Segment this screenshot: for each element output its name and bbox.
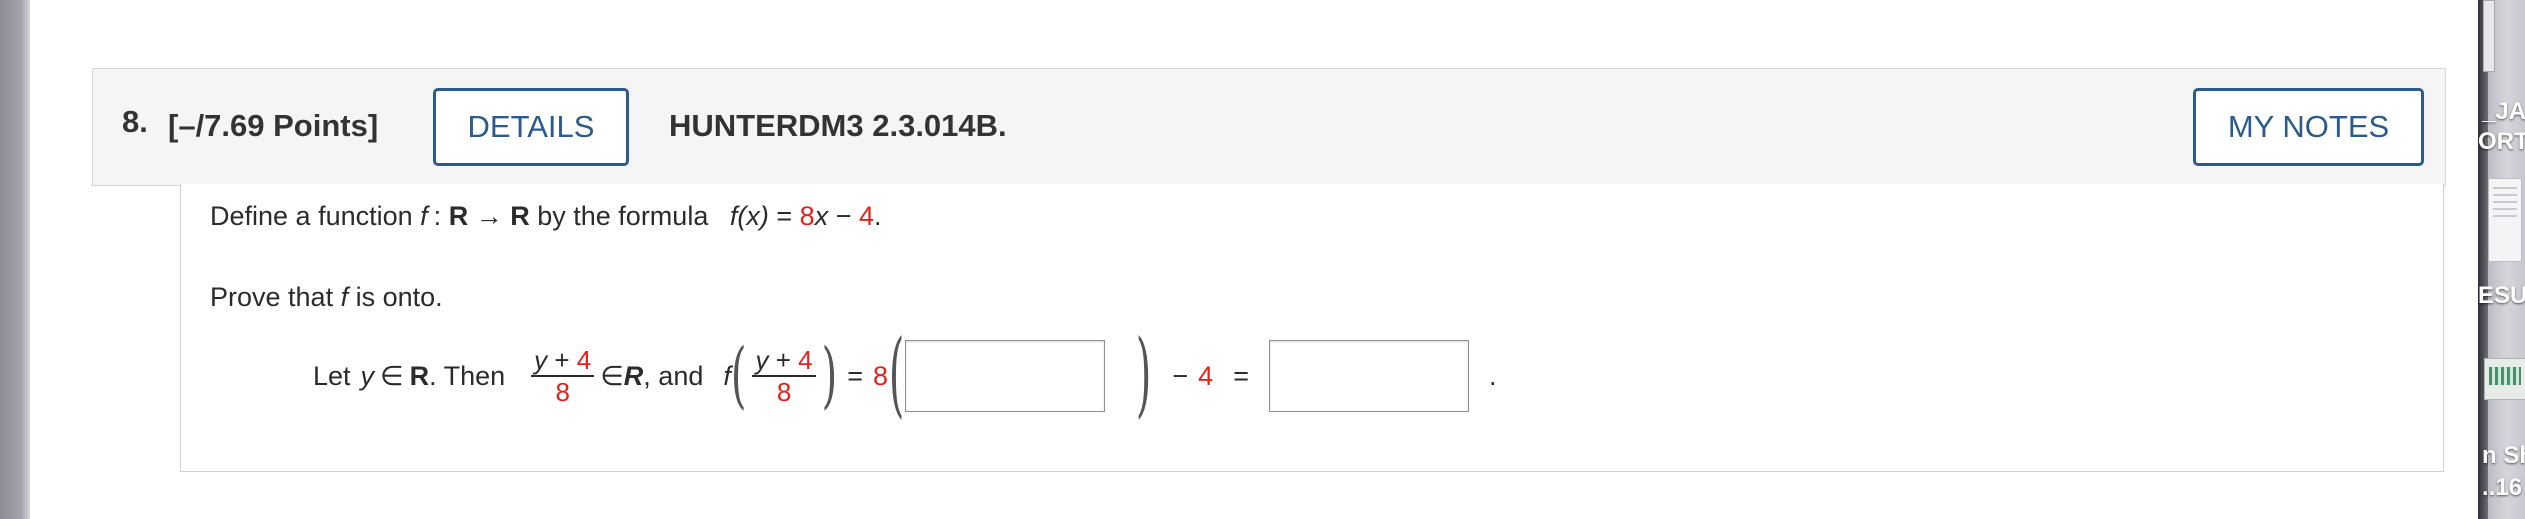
answer-input-2[interactable]: [1268, 340, 1469, 412]
prove-text: Prove that: [210, 282, 334, 312]
period: .: [874, 201, 882, 231]
fraction-denominator: 8: [555, 377, 570, 407]
arrow-symbol: →: [475, 201, 503, 231]
close-paren: ): [821, 334, 838, 418]
plus-sign: +: [775, 345, 791, 375]
colon: :: [433, 201, 442, 231]
desktop-image-icon[interactable]: [2484, 358, 2525, 400]
fraction-numerator-constant: 4: [576, 345, 592, 375]
my-notes-button[interactable]: MY NOTES: [2193, 88, 2424, 166]
prove-text: is onto.: [355, 282, 443, 312]
close-paren: ): [1136, 321, 1152, 429]
desktop-file-label: n Sh: [2482, 442, 2525, 469]
question-points: [–/7.69 Points]: [168, 108, 379, 143]
minus-constant: 4: [1198, 360, 1214, 391]
open-paren: (: [730, 334, 747, 418]
domain-set: R: [448, 201, 469, 231]
answer-input-1[interactable]: [905, 340, 1106, 412]
minus-sign: −: [835, 201, 852, 231]
desktop-file-label: ORT): [2478, 128, 2525, 155]
real-set: R: [623, 360, 644, 391]
window-left-edge: [0, 0, 30, 519]
function-expression: f(x): [729, 201, 769, 231]
function-definition: Define a function f: R → R by the formul…: [210, 201, 882, 232]
element-of-symbol: ∈: [380, 360, 404, 391]
equals-sign: =: [847, 360, 863, 391]
prove-statement: Prove that f is onto.: [210, 282, 443, 313]
coefficient-value: 8: [799, 201, 815, 231]
plus-sign: +: [554, 345, 570, 375]
definition-text: Define a function: [210, 201, 413, 231]
function-name: f: [723, 360, 731, 391]
period: .: [1488, 360, 1497, 391]
fraction-numerator-variable: y: [534, 345, 548, 375]
function-name: f: [340, 282, 349, 312]
desktop-file-label: ..16: [2482, 474, 2523, 501]
real-set: R: [409, 360, 430, 391]
let-text: Let: [313, 360, 351, 391]
question-id: HUNTERDM3 2.3.014B.: [669, 108, 1007, 143]
outer-coefficient: 8: [873, 360, 889, 391]
then-text: . Then: [429, 360, 506, 391]
and-text: , and: [643, 360, 704, 391]
question-number: 8.: [122, 104, 148, 139]
definition-text: by the formula: [537, 201, 709, 231]
variable-y: y: [360, 360, 375, 391]
details-button[interactable]: DETAILS: [433, 88, 629, 166]
desktop-file-label: _JA: [2482, 98, 2525, 125]
equals-sign: =: [1233, 360, 1249, 391]
fraction: y + 4 8: [752, 345, 816, 407]
element-of-symbol: ∈: [600, 360, 624, 391]
proof-equation: Let y ∈ R . Then y + 4 8 ∈ R , and f ( y…: [313, 329, 1497, 421]
minus-sign: −: [1172, 360, 1189, 391]
fraction-numerator-variable: y: [755, 345, 769, 375]
open-paren: (: [888, 321, 905, 429]
fraction-numerator-constant: 4: [798, 345, 813, 375]
codomain-set: R: [510, 201, 530, 231]
fraction-denominator: 8: [776, 377, 792, 407]
equals-sign: =: [776, 201, 793, 231]
constant-value: 4: [859, 201, 875, 231]
fraction: y + 4 8: [531, 345, 595, 407]
variable-x: x: [814, 201, 829, 231]
window-scrollbar[interactable]: [2483, 0, 2495, 72]
desktop-file-label: ESU: [2478, 282, 2525, 309]
function-name: f: [420, 201, 428, 231]
desktop-file-icon[interactable]: [2488, 178, 2522, 262]
